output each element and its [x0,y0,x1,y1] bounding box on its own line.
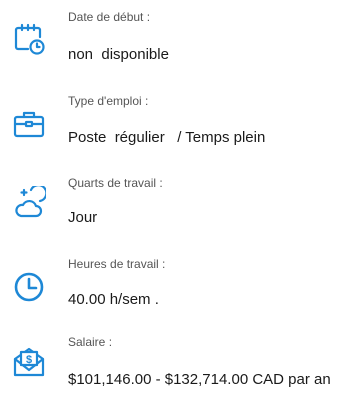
svg-text:$: $ [26,354,32,366]
moon-cloud-icon [12,186,46,220]
briefcase-icon [12,107,46,141]
shifts-value: Jour [68,209,98,226]
salary-label: Salaire : [68,335,113,349]
start-date-label: Date de début : [68,10,151,24]
salary-envelope-icon: $ [12,345,46,379]
employment-type-label: Type d'emploi : [68,94,149,108]
salary-value: $101,146.00 - $132,714.00 CAD par an [68,371,331,388]
employment-type-value: Poste régulier / Temps plein [68,129,266,146]
hours-value: 40.00 h/sem . [68,291,159,308]
start-date-value: non disponible [68,46,169,63]
clock-icon [12,270,46,304]
shifts-label: Quarts de travail : [68,176,163,190]
calendar-clock-icon [12,22,46,56]
hours-label: Heures de travail : [68,257,166,271]
